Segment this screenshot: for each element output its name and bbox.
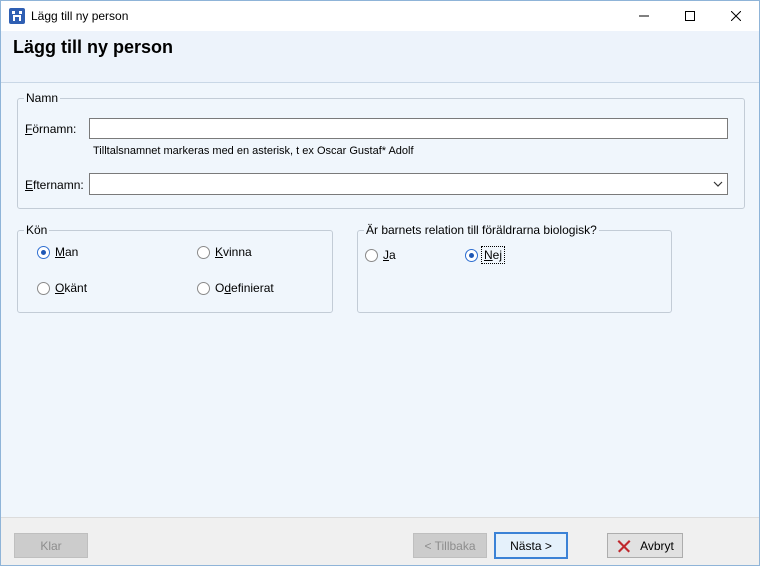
name-group-legend: Namn	[26, 91, 59, 105]
dialog-footer: Klar < Tillbaka Nästa > Avbryt	[1, 517, 759, 565]
relation-radio-ja-label: Ja	[383, 248, 396, 262]
radio-selected-indicator[interactable]	[37, 245, 50, 259]
last-name-combobox[interactable]	[89, 173, 728, 195]
dialog-window: Lägg till ny person Lägg till ny person …	[0, 0, 760, 566]
chevron-down-icon[interactable]	[713, 179, 723, 189]
first-name-field[interactable]	[89, 118, 728, 139]
gender-radio-man-label: Man	[55, 245, 79, 259]
cancel-button-label: Avbryt	[640, 538, 674, 553]
radio-selected-indicator[interactable]	[465, 248, 478, 262]
gender-group-legend: Kön	[26, 223, 48, 237]
app-logo-icon	[9, 8, 25, 24]
gender-radio-okant[interactable]: Okänt	[37, 281, 87, 295]
gender-radio-okant-label: Okänt	[55, 281, 88, 295]
radio-indicator[interactable]	[37, 281, 50, 295]
back-button[interactable]: < Tillbaka	[413, 533, 487, 558]
finish-button[interactable]: Klar	[14, 533, 88, 558]
red-x-icon	[616, 538, 632, 554]
relation-group-legend: Är barnets relation till föräldrarna bio…	[366, 223, 597, 237]
radio-indicator[interactable]	[197, 245, 210, 259]
maximize-icon	[685, 11, 695, 21]
next-button[interactable]: Nästa >	[494, 532, 568, 559]
gender-radio-kvinna-label: Kvinna	[215, 245, 252, 259]
gender-radio-odefinierat-label: Odefinierat	[215, 281, 274, 295]
first-name-label: Förnamn:	[25, 122, 76, 136]
window-title: Lägg till ny person	[31, 9, 129, 23]
maximize-button[interactable]	[667, 1, 713, 31]
relation-radio-nej-label: Nej	[480, 246, 506, 264]
last-name-label: Efternamn:	[25, 178, 84, 192]
relation-radio-nej[interactable]: Nej	[465, 246, 506, 264]
gender-group: Kön	[17, 223, 333, 313]
first-name-hint: Tilltalsnamnet markeras med en asterisk,…	[93, 145, 414, 157]
close-icon	[731, 11, 741, 21]
gender-radio-odefinierat[interactable]: Odefinierat	[197, 281, 274, 295]
cancel-button[interactable]: Avbryt	[607, 533, 683, 558]
last-name-label-text: fternamn:	[33, 178, 84, 192]
first-name-label-text: örnamn:	[32, 122, 77, 136]
relation-group: Är barnets relation till föräldrarna bio…	[357, 223, 672, 313]
last-name-mnemonic: E	[25, 178, 34, 192]
dialog-header: Lägg till ny person	[1, 31, 759, 83]
relation-radio-ja[interactable]: Ja	[365, 248, 396, 262]
gender-radio-man[interactable]: Man	[37, 245, 78, 259]
minimize-icon	[639, 15, 649, 17]
radio-indicator[interactable]	[365, 248, 378, 262]
page-title: Lägg till ny person	[13, 37, 174, 57]
gender-radio-kvinna[interactable]: Kvinna	[197, 245, 252, 259]
minimize-button[interactable]	[621, 1, 667, 31]
close-button[interactable]	[713, 1, 759, 31]
title-bar: Lägg till ny person	[1, 1, 759, 31]
dialog-content: Namn Förnamn: Tilltalsnamnet markeras me…	[1, 83, 759, 517]
radio-indicator[interactable]	[197, 281, 210, 295]
